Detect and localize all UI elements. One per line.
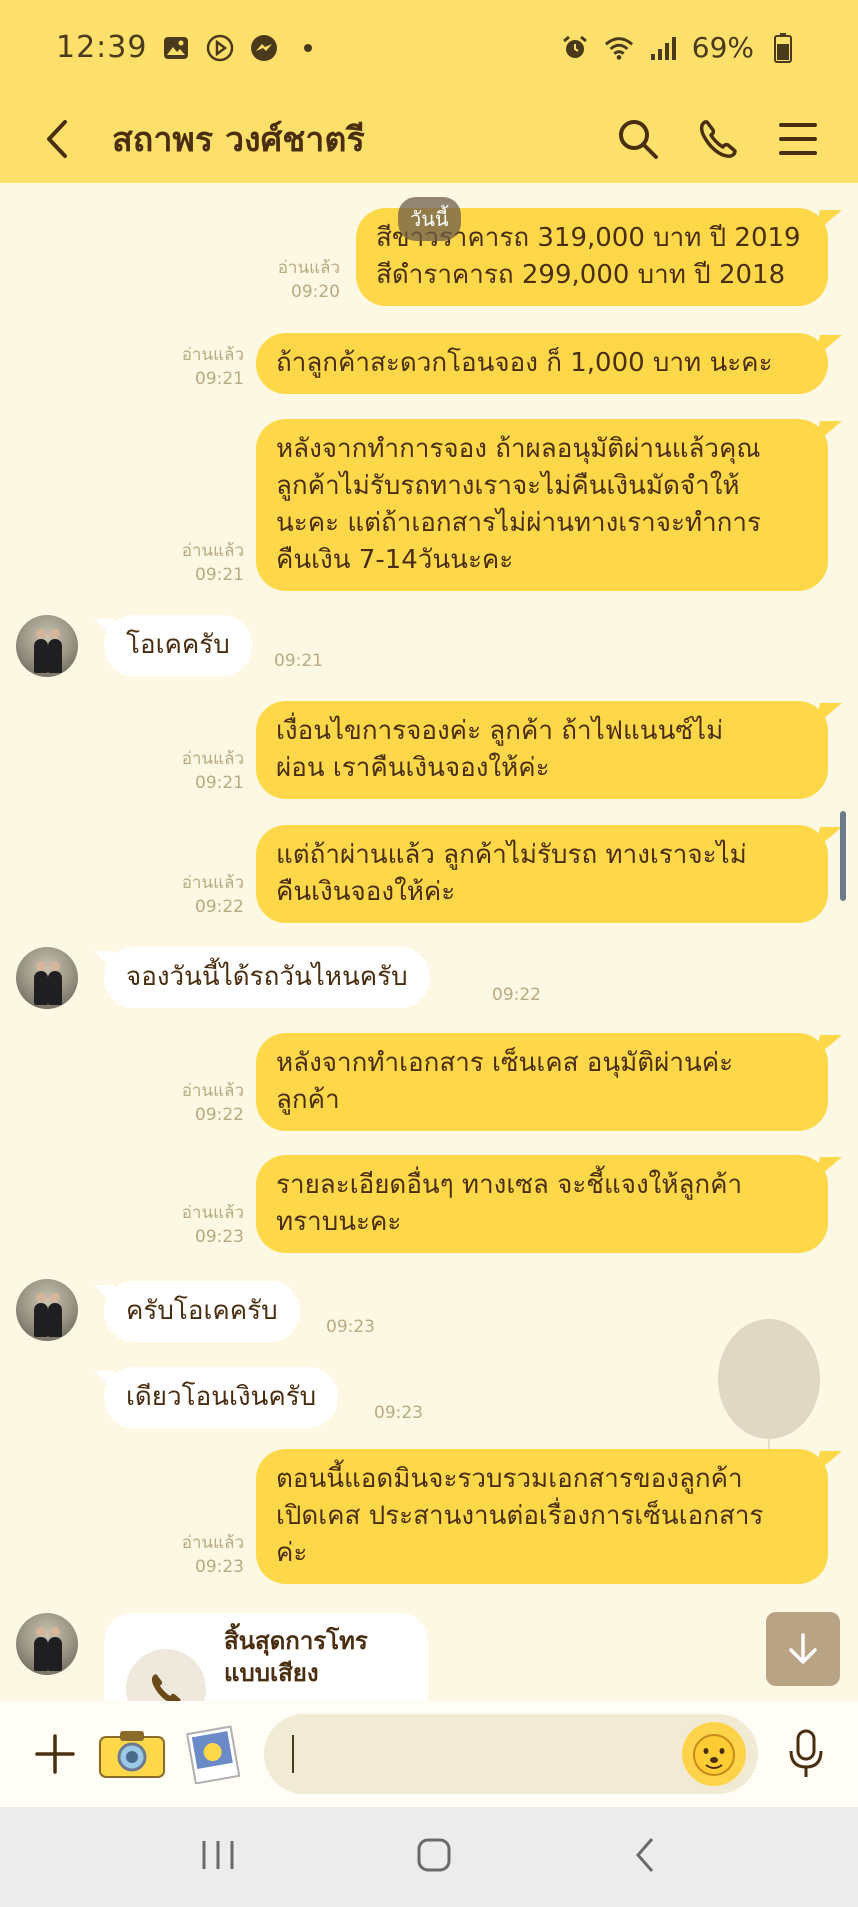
camera-icon[interactable] [92, 1724, 172, 1784]
read-receipt: อ่านแล้ว [181, 541, 244, 561]
phone-icon[interactable] [688, 109, 748, 169]
back-nav-icon[interactable] [630, 1835, 660, 1879]
message-meta: อ่านแล้ว 09:21 [182, 343, 244, 391]
message-time: 09:23 [326, 1317, 375, 1337]
battery-percent: 69% [691, 31, 754, 64]
incoming-message[interactable]: เดียวโอนเงินครับ [93, 1367, 339, 1428]
avatar[interactable] [16, 1613, 78, 1675]
message-time: 09:23 [195, 1227, 244, 1247]
status-time: 12:39 [56, 30, 148, 65]
outgoing-message[interactable]: หลังจากทำเอกสาร เซ็นเคส อนุมัติผ่านค่ะ ล… [256, 1033, 828, 1131]
plus-icon[interactable] [30, 1724, 80, 1784]
wifi-icon [604, 33, 634, 63]
scrollbar-handle[interactable] [840, 811, 846, 901]
outgoing-message[interactable]: หลังจากทำการจอง ถ้าผลอนุมัติผ่านแล้วคุณ … [256, 419, 828, 591]
outgoing-message[interactable]: เงื่อนไขการจองค่ะ ลูกค้า ถ้าไฟแนนซ์ไม่ ผ… [256, 701, 828, 799]
outgoing-message[interactable]: ตอนนี้แอดมินจะรวบรวมเอกสารของลูกค้า เปิด… [256, 1449, 828, 1584]
search-icon[interactable] [608, 109, 668, 169]
incoming-message[interactable]: จองวันนี้ได้รถวันไหนครับ [94, 947, 430, 1008]
read-receipt: อ่านแล้ว [181, 873, 244, 893]
message-time: 09:22 [195, 1105, 244, 1125]
incoming-message[interactable]: ครับโอเคครับ [94, 1281, 300, 1342]
outgoing-message[interactable]: รายละเอียดอื่นๆ ทางเซล จะชี้แจงให้ลูกค้า… [256, 1155, 828, 1253]
recents-icon[interactable] [198, 1837, 238, 1877]
status-right: 69% [560, 31, 798, 64]
message-time: 09:21 [195, 565, 244, 585]
message-time: 09:22 [492, 985, 541, 1005]
message-time: 09:21 [195, 369, 244, 389]
contact-name: สถาพร วงศ์ชาตรี [112, 120, 365, 160]
read-receipt: อ่านแล้ว [181, 1203, 244, 1223]
menu-icon[interactable] [768, 109, 828, 169]
message-meta: อ่านแล้ว 09:23 [182, 1531, 244, 1579]
chat-area[interactable]: วันนี้ อ่านแล้ว 09:20 สีขาวราคารถ 319,00… [0, 183, 858, 1701]
message-time: 09:21 [274, 651, 323, 671]
chat-header: สถาพร วงศ์ชาตรี [0, 95, 858, 183]
message-time: 09:20 [291, 282, 340, 302]
message-time: 09:22 [195, 897, 244, 917]
date-separator: วันนี้ [398, 197, 461, 241]
message-input-bar [0, 1701, 858, 1807]
alarm-icon [560, 33, 590, 63]
message-time: 09:23 [374, 1403, 423, 1423]
incoming-message[interactable]: โอเคครับ [94, 615, 252, 676]
message-time: 09:23 [195, 1557, 244, 1577]
scroll-to-bottom-button[interactable] [766, 1612, 840, 1686]
dot-icon [293, 33, 323, 63]
call-label: สิ้นสุดการโทร แบบเสียง [224, 1627, 368, 1687]
message-meta: อ่านแล้ว 09:23 [182, 1201, 244, 1249]
play-icon [205, 33, 235, 63]
messenger-icon [249, 33, 279, 63]
balloon-decoration [718, 1319, 820, 1439]
read-receipt: อ่านแล้ว [181, 345, 244, 365]
status-bar: 12:39 69% [0, 0, 858, 95]
message-meta: อ่านแล้ว 09:21 [182, 747, 244, 795]
message-time: 09:21 [195, 773, 244, 793]
system-nav-bar [0, 1807, 858, 1907]
phone-call-icon [126, 1649, 206, 1701]
message-meta: อ่านแล้ว 09:22 [182, 871, 244, 919]
emoji-icon[interactable] [682, 1722, 746, 1786]
avatar[interactable] [16, 947, 78, 1009]
read-receipt: อ่านแล้ว [181, 749, 244, 769]
status-left: 12:39 [56, 30, 323, 65]
read-receipt: อ่านแล้ว [181, 1081, 244, 1101]
outgoing-message[interactable]: ถ้าลูกค้าสะดวกโอนจอง ก็ 1,000 บาท นะคะ [256, 333, 828, 394]
message-input[interactable] [298, 1739, 658, 1769]
avatar[interactable] [16, 1279, 78, 1341]
call-ended-card[interactable]: สิ้นสุดการโทร แบบเสียง [104, 1613, 428, 1701]
home-icon[interactable] [414, 1835, 454, 1879]
back-icon[interactable] [36, 109, 76, 169]
message-meta: อ่านแล้ว 09:22 [182, 1079, 244, 1127]
text-caret [292, 1735, 294, 1773]
message-meta: อ่านแล้ว 09:21 [182, 539, 244, 587]
message-field[interactable] [264, 1714, 758, 1794]
battery-icon [768, 32, 798, 63]
read-receipt: อ่านแล้ว [277, 258, 340, 278]
outgoing-message[interactable]: แต่ถ้าผ่านแล้ว ลูกค้าไม่รับรถ ทางเราจะไม… [256, 825, 828, 923]
image-icon [161, 33, 191, 63]
avatar[interactable] [16, 615, 78, 677]
message-meta: อ่านแล้ว 09:20 [278, 256, 340, 304]
photo-icon[interactable] [178, 1719, 248, 1789]
read-receipt: อ่านแล้ว [181, 1533, 244, 1553]
signal-icon [648, 33, 678, 63]
mic-icon[interactable] [776, 1724, 836, 1784]
